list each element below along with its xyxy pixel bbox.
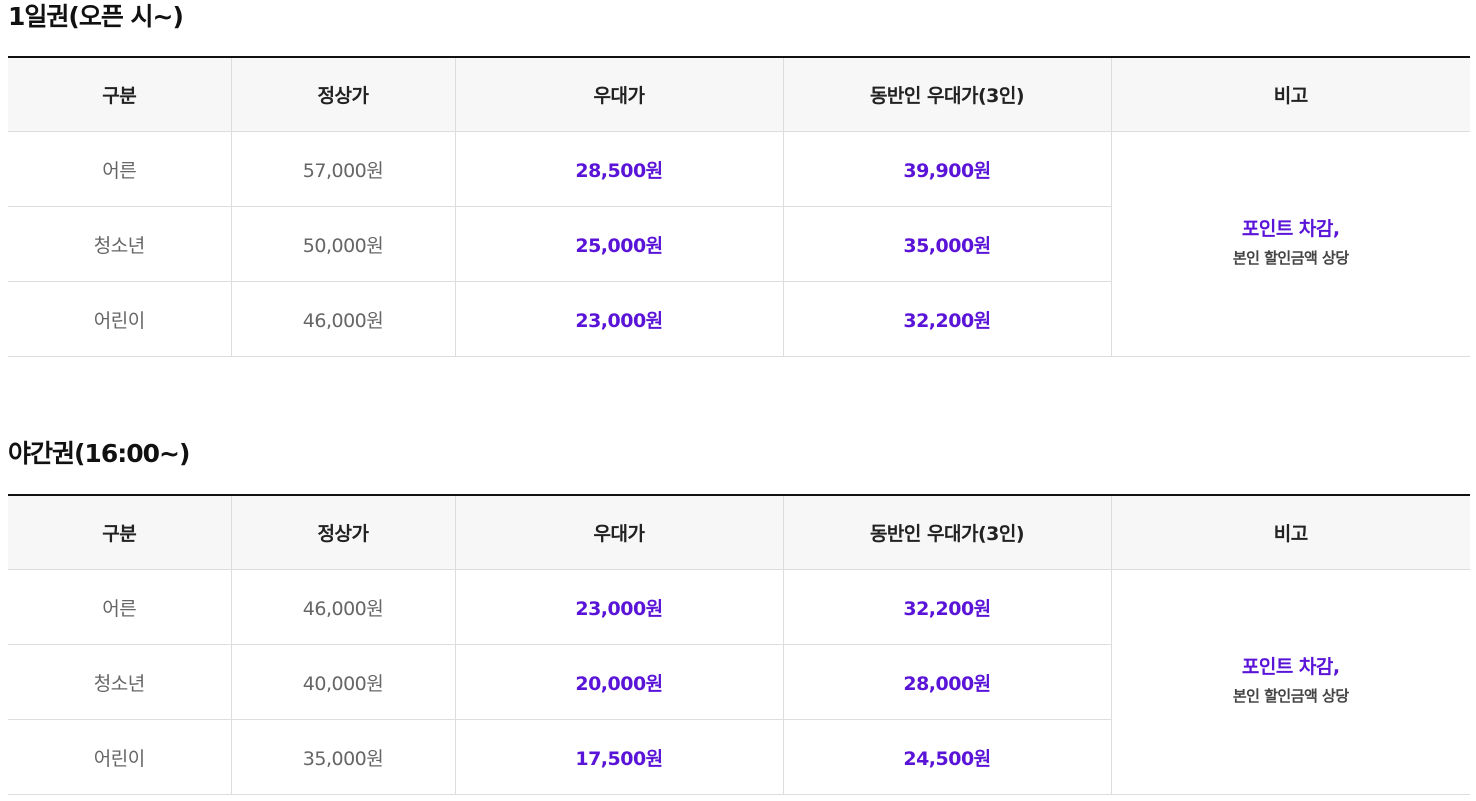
day-pass-section: 1일권(오픈 시~) 구분 정상가 우대가 동반인 우대가(3인) 비고 어른 … (8, 0, 1470, 357)
companion-price-cell: 35,000원 (782, 206, 1111, 282)
header-regular-price: 정상가 (230, 495, 455, 570)
regular-price-cell: 46,000원 (230, 569, 455, 645)
category-cell: 청소년 (8, 206, 231, 282)
table-row: 어른 46,000원 23,000원 32,200원 포인트 차감, 본인 할인… (8, 569, 1470, 795)
discount-price-cell: 20,000원 (454, 644, 783, 720)
discount-price-cell: 23,000원 (454, 569, 783, 645)
note-cell: 포인트 차감, 본인 할인금액 상당 (1110, 131, 1470, 357)
companion-price-cell: 32,200원 (782, 569, 1111, 645)
header-companion-price: 동반인 우대가(3인) (782, 495, 1111, 570)
header-category: 구분 (8, 495, 231, 570)
category-cell: 어른 (8, 131, 231, 207)
header-companion-price: 동반인 우대가(3인) (782, 57, 1111, 132)
discount-price-cell: 28,500원 (454, 131, 783, 207)
note-sub-text: 본인 할인금액 상당 (1232, 687, 1349, 705)
discount-price-cell: 17,500원 (454, 719, 783, 795)
section-title: 야간권(16:00~) (8, 439, 190, 468)
table-header-row: 구분 정상가 우대가 동반인 우대가(3인) 비고 (8, 57, 1470, 132)
companion-price-cell: 39,900원 (782, 131, 1111, 207)
price-table: 구분 정상가 우대가 동반인 우대가(3인) 비고 어른 46,000원 23,… (8, 494, 1470, 795)
header-discount-price: 우대가 (454, 57, 783, 132)
regular-price-cell: 46,000원 (230, 281, 455, 357)
header-note: 비고 (1110, 57, 1470, 132)
regular-price-cell: 35,000원 (230, 719, 455, 795)
night-pass-section: 야간권(16:00~) 구분 정상가 우대가 동반인 우대가(3인) 비고 어른… (8, 438, 1470, 795)
note-cell: 포인트 차감, 본인 할인금액 상당 (1110, 569, 1470, 795)
regular-price-cell: 40,000원 (230, 644, 455, 720)
table-row: 어른 57,000원 28,500원 39,900원 포인트 차감, 본인 할인… (8, 131, 1470, 357)
discount-price-cell: 23,000원 (454, 281, 783, 357)
companion-price-cell: 32,200원 (782, 281, 1111, 357)
header-note: 비고 (1110, 495, 1470, 570)
note-main-text: 포인트 차감, (1241, 218, 1340, 240)
regular-price-cell: 57,000원 (230, 131, 455, 207)
header-discount-price: 우대가 (454, 495, 783, 570)
header-regular-price: 정상가 (230, 57, 455, 132)
category-cell: 어른 (8, 569, 231, 645)
companion-price-cell: 24,500원 (782, 719, 1111, 795)
discount-price-cell: 25,000원 (454, 206, 783, 282)
category-cell: 어린이 (8, 719, 231, 795)
header-category: 구분 (8, 57, 231, 132)
price-table: 구분 정상가 우대가 동반인 우대가(3인) 비고 어른 57,000원 28,… (8, 56, 1470, 357)
category-cell: 청소년 (8, 644, 231, 720)
section-title: 1일권(오픈 시~) (8, 2, 184, 31)
category-cell: 어린이 (8, 281, 231, 357)
note-main-text: 포인트 차감, (1241, 656, 1340, 678)
table-header-row: 구분 정상가 우대가 동반인 우대가(3인) 비고 (8, 495, 1470, 570)
regular-price-cell: 50,000원 (230, 206, 455, 282)
note-sub-text: 본인 할인금액 상당 (1232, 249, 1349, 267)
companion-price-cell: 28,000원 (782, 644, 1111, 720)
